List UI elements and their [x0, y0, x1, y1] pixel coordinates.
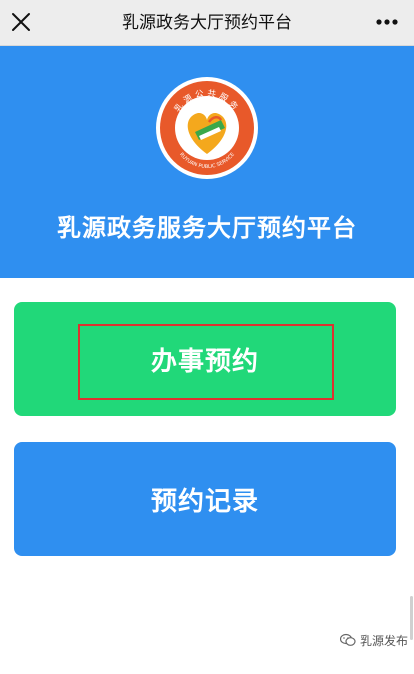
- page-title: 乳源政务大厅预约平台: [122, 13, 292, 33]
- close-button[interactable]: [4, 5, 38, 39]
- top-bar: 乳源政务大厅预约平台: [0, 0, 414, 46]
- appointment-button[interactable]: 办事预约: [14, 302, 396, 416]
- hero-banner: 乳源公共服务 RUYUAN PUBLIC SERVICE 乳源政务服务大厅预约平…: [0, 46, 414, 278]
- appointment-button-label: 办事预约: [150, 346, 259, 377]
- appointment-records-button[interactable]: 预约记录: [14, 442, 396, 556]
- more-icon: [376, 19, 398, 25]
- more-button[interactable]: [370, 5, 404, 39]
- appointment-records-button-label: 预约记录: [150, 486, 259, 517]
- public-service-logo: 乳源公共服务 RUYUAN PUBLIC SERVICE: [156, 77, 258, 179]
- wechat-icon: [339, 633, 356, 646]
- close-icon: [12, 13, 30, 31]
- watermark: 乳源发布: [339, 630, 408, 650]
- platform-title: 乳源政务服务大厅预约平台: [57, 214, 357, 242]
- scrollbar[interactable]: [410, 596, 413, 640]
- watermark-text: 乳源发布: [359, 633, 408, 648]
